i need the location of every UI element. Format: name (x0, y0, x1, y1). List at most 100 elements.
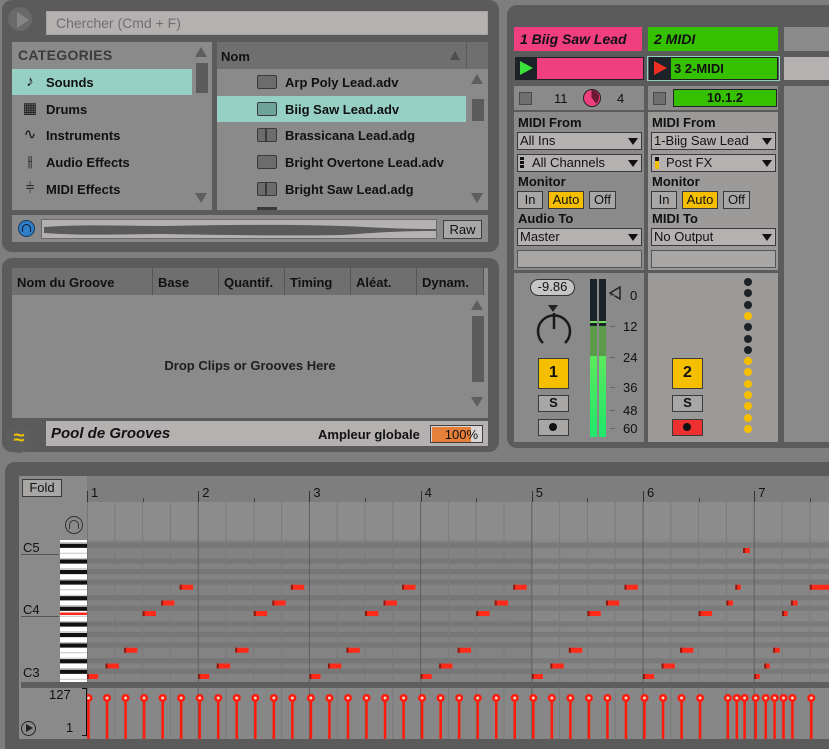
midi-note[interactable] (346, 647, 360, 653)
midi-note[interactable] (754, 674, 760, 679)
black-key[interactable] (60, 559, 87, 564)
black-key[interactable] (60, 669, 87, 674)
velocity-stem[interactable] (566, 694, 575, 739)
category-midi-effects[interactable]: ⫩ MIDI Effects (12, 176, 192, 202)
categories-scroll-down[interactable] (195, 193, 207, 203)
groove-col-quantize[interactable]: Quantif. (219, 268, 285, 295)
velocity-stem[interactable] (343, 694, 352, 739)
track-1-activator[interactable]: 1 (538, 358, 569, 389)
midi-note[interactable] (309, 674, 321, 679)
black-key[interactable] (60, 580, 87, 585)
track-1-output-select[interactable]: Master (517, 228, 642, 246)
track-1-solo[interactable]: S (538, 395, 569, 412)
black-key[interactable] (60, 596, 87, 601)
velocity-stem[interactable] (529, 694, 538, 739)
category-audio-effects[interactable]: ⫲ Audio Effects (12, 149, 192, 175)
midi-note[interactable] (476, 611, 490, 616)
files-scrollbar[interactable] (472, 99, 484, 121)
midi-note[interactable] (531, 674, 543, 679)
velocity-stem[interactable] (492, 694, 501, 739)
file-item[interactable]: Bright Overtone Lead.adv (217, 149, 466, 175)
velocity-stem[interactable] (121, 694, 130, 739)
velocity-stem[interactable] (232, 694, 241, 739)
midi-note[interactable] (439, 663, 453, 669)
categories-scroll-up[interactable] (195, 47, 207, 57)
track-2-activator[interactable]: 2 (672, 358, 703, 389)
preview-headphones-icon[interactable] (65, 516, 83, 534)
track-1-output-sub[interactable] (517, 250, 642, 268)
midi-note[interactable] (365, 611, 379, 616)
sort-icon[interactable] (450, 51, 460, 60)
velocity-stem[interactable] (751, 694, 760, 739)
groove-col-timing[interactable]: Timing (285, 268, 351, 295)
velocity-stem[interactable] (640, 694, 649, 739)
midi-note[interactable] (179, 584, 194, 590)
midi-note[interactable] (105, 663, 119, 669)
velocity-stem[interactable] (621, 694, 630, 739)
file-item[interactable]: Arp Poly Lead.adv (217, 69, 466, 95)
velocity-stem[interactable] (547, 694, 556, 739)
velocity-stem[interactable] (779, 694, 788, 739)
track-1-arm[interactable] (538, 419, 569, 436)
midi-note[interactable] (253, 611, 268, 616)
midi-note[interactable] (327, 663, 342, 669)
file-item[interactable]: Bright Saw Lead.adg (217, 176, 466, 202)
midi-note[interactable] (782, 611, 788, 616)
track-2-stop-button[interactable] (653, 92, 666, 105)
velocity-stem[interactable] (723, 694, 732, 739)
velocity-lane[interactable] (84, 688, 829, 739)
track-1-volume-value[interactable]: -9.86 (530, 279, 575, 296)
browser-toggle-icon[interactable] (6, 5, 34, 33)
midi-note[interactable] (587, 611, 601, 616)
midi-note[interactable] (764, 663, 770, 669)
track-2-clip[interactable]: 3 2-MIDI (649, 57, 778, 80)
search-input[interactable]: Chercher (Cmd + F) (46, 11, 488, 35)
track-1-monitor-auto[interactable]: Auto (548, 191, 584, 209)
midi-note[interactable] (568, 647, 583, 653)
headphones-icon[interactable] (18, 220, 35, 237)
midi-note[interactable] (743, 548, 750, 553)
velocity-stem[interactable] (381, 694, 390, 739)
velocity-stem[interactable] (436, 694, 445, 739)
midi-note[interactable] (550, 663, 564, 669)
category-instruments[interactable]: ∿ Instruments (12, 122, 192, 148)
track-2-monitor-auto[interactable]: Auto (682, 191, 718, 209)
track-1-monitor-in[interactable]: In (517, 191, 543, 209)
velocity-stem[interactable] (103, 694, 112, 739)
black-key[interactable] (60, 659, 87, 664)
velocity-stem[interactable] (214, 694, 223, 739)
velocity-stem[interactable] (306, 694, 315, 739)
black-key[interactable] (60, 643, 87, 648)
play-icon[interactable] (516, 58, 537, 79)
midi-note[interactable] (735, 584, 741, 590)
velocity-stem[interactable] (770, 694, 779, 739)
track-2-monitor-in[interactable]: In (651, 191, 677, 209)
velocity-stem[interactable] (84, 694, 93, 739)
category-drums[interactable]: ▦ Drums (12, 96, 192, 122)
midi-note[interactable] (383, 600, 397, 606)
midi-note[interactable] (161, 600, 175, 606)
midi-note[interactable] (773, 647, 780, 653)
track-2-channel-select[interactable]: Post FX (651, 154, 776, 172)
velocity-play-icon[interactable] (21, 721, 36, 736)
piano-keyboard[interactable] (60, 540, 87, 682)
midi-note[interactable] (457, 647, 472, 653)
velocity-stem[interactable] (288, 694, 297, 739)
midi-note[interactable] (87, 674, 99, 679)
play-icon[interactable] (650, 58, 671, 79)
groove-col-random[interactable]: Aléat. (351, 268, 417, 295)
velocity-stem[interactable] (325, 694, 334, 739)
track-2-monitor-off[interactable]: Off (723, 191, 750, 209)
track-2-solo[interactable]: S (672, 395, 703, 412)
track-1-title[interactable]: 1 Biig Saw Lead (514, 27, 642, 51)
velocity-stem[interactable] (603, 694, 612, 739)
track-2-input-select[interactable]: 1-Biig Saw Lead (651, 132, 776, 150)
track-1-pan-knob[interactable] (535, 310, 573, 348)
files-header[interactable]: Nom (217, 42, 466, 69)
velocity-stem[interactable] (659, 694, 668, 739)
midi-note[interactable] (605, 600, 620, 606)
velocity-stem[interactable] (677, 694, 686, 739)
track-1-clip[interactable] (515, 57, 644, 80)
track-2-output-sub[interactable] (651, 250, 776, 268)
categories-scrollbar[interactable] (196, 63, 208, 93)
